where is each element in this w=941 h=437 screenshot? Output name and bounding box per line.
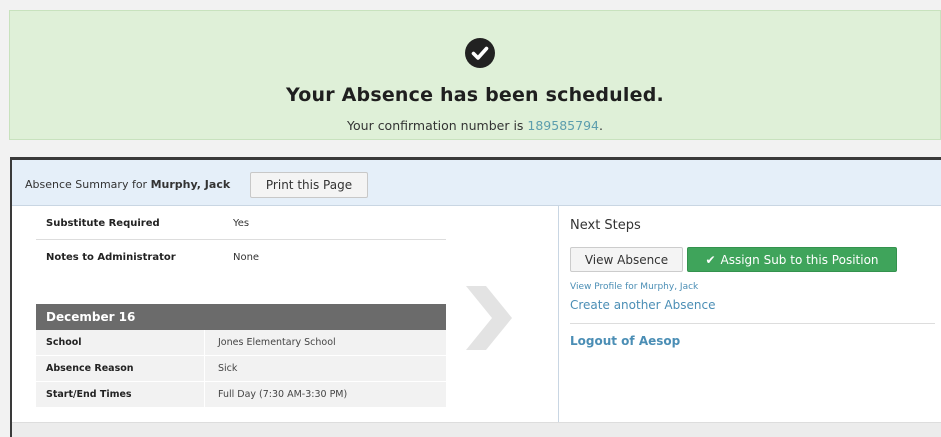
confirmation-number: 189585794 [527,118,599,133]
confirmation-banner: Your Absence has been scheduled. Your co… [9,10,941,140]
confirmation-title: Your Absence has been scheduled. [286,84,664,106]
detail-label: School [46,337,82,348]
substitute-required-value: Yes [233,218,250,229]
summary-label-prefix: Absence Summary for [25,178,151,191]
print-page-button[interactable]: Print this Page [250,172,368,198]
notes-value: None [233,252,260,263]
next-steps: Next Steps View Absence ✔ Assign Sub to t… [558,206,941,437]
check-circle-icon [465,38,495,68]
absence-date: December 16 [46,310,136,324]
assign-sub-label: Assign Sub to this Position [720,252,879,267]
detail-value: Full Day (7:30 AM-3:30 PM) [204,382,433,407]
notes-label: Notes to Administrator [46,252,176,263]
panel-header: Absence Summary for Murphy, Jack Print t… [12,160,941,206]
view-absence-button[interactable]: View Absence [570,247,683,272]
substitute-required-label: Substitute Required [46,218,160,229]
next-steps-title: Next Steps [570,218,641,233]
create-another-absence-link[interactable]: Create another Absence [570,298,715,312]
confirmation-suffix: . [598,118,603,133]
panel-footer [12,422,941,437]
absence-details: Substitute Required Yes Notes to Adminis… [12,206,558,437]
detail-label: Start/End Times [46,389,132,400]
detail-value: Jones Elementary School [204,330,433,355]
absence-summary-panel: Absence Summary for Murphy, Jack Print t… [10,157,941,437]
detail-value: Sick [204,356,433,381]
employee-name: Murphy, Jack [150,178,231,191]
confirmation-message: Your confirmation number is 189585794. [10,118,940,133]
detail-row-school: School Jones Elementary School [36,330,446,356]
substitute-required-row: Substitute Required Yes [36,206,446,238]
summary-label: Absence Summary for Murphy, Jack [25,178,230,191]
logout-link[interactable]: Logout of Aesop [570,334,680,348]
detail-row-reason: Absence Reason Sick [36,356,446,382]
notes-row: Notes to Administrator None [36,240,446,272]
detail-row-times: Start/End Times Full Day (7:30 AM-3:30 P… [36,382,446,408]
divider [570,323,935,324]
checkmark-icon: ✔ [705,252,716,267]
view-profile-link[interactable]: View Profile for Murphy, Jack [570,282,698,292]
assign-sub-button[interactable]: ✔ Assign Sub to this Position [687,247,897,272]
date-header: December 16 [36,304,446,330]
chevron-right-icon [464,286,514,354]
detail-label: Absence Reason [46,363,134,374]
confirmation-prefix: Your confirmation number is [347,118,528,133]
